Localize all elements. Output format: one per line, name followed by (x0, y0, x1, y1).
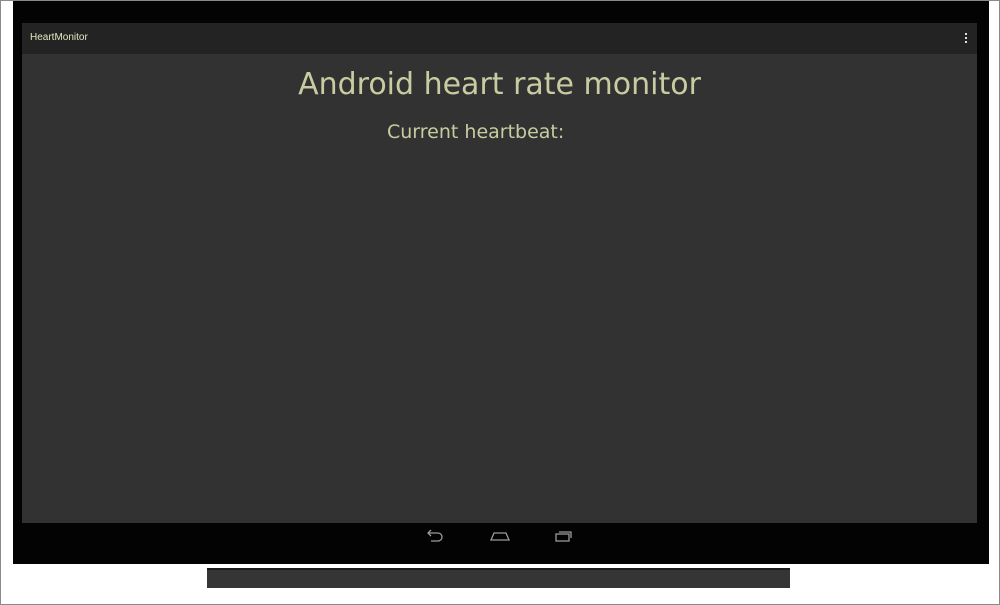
tablet-stand (207, 568, 790, 588)
current-heartbeat-label: Current heartbeat: (387, 121, 565, 143)
image-frame: HeartMonitor Android heart rate monitor … (0, 0, 1000, 605)
recents-icon[interactable] (554, 529, 574, 543)
back-icon[interactable] (425, 529, 445, 543)
system-navigation-bar (22, 523, 977, 548)
device-screen: HeartMonitor Android heart rate monitor … (22, 23, 977, 523)
home-icon[interactable] (489, 529, 510, 543)
action-bar: HeartMonitor (22, 23, 977, 54)
app-title: HeartMonitor (30, 32, 88, 43)
page-title: Android heart rate monitor (298, 67, 701, 102)
overflow-menu-icon[interactable] (961, 30, 971, 46)
